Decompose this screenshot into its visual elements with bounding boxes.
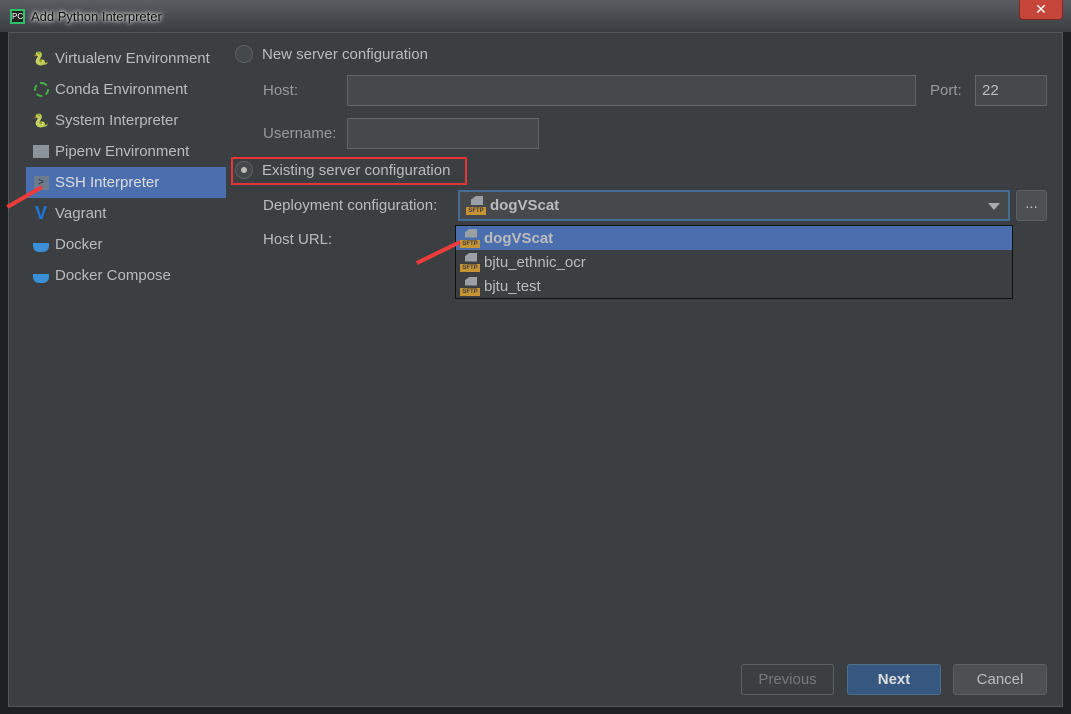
sidebar-item-system[interactable]: 🐍 System Interpreter: [26, 105, 226, 136]
next-button[interactable]: Next: [847, 664, 941, 695]
sftp-icon: SFTP: [460, 276, 480, 296]
dropdown-option[interactable]: SFTP dogVScat: [456, 226, 1012, 250]
close-button[interactable]: ✕: [1019, 0, 1063, 20]
sidebar-item-ssh[interactable]: > SSH Interpreter: [26, 167, 226, 198]
dropdown-option[interactable]: SFTP bjtu_ethnic_ocr: [456, 250, 1012, 274]
title-bar: PC Add Python Interpreter ✕: [0, 0, 1071, 32]
sftp-icon: SFTP: [466, 196, 486, 215]
username-input[interactable]: [347, 118, 539, 149]
annotation-highlight-box: [231, 157, 467, 185]
pycharm-icon: PC: [10, 9, 25, 24]
sidebar-item-label: Pipenv Environment: [55, 143, 190, 160]
sidebar-item-vagrant[interactable]: V Vagrant: [26, 198, 226, 229]
python-icon: 🐍: [32, 112, 50, 128]
sidebar-item-conda[interactable]: Conda Environment: [26, 74, 226, 105]
sidebar-item-pipenv[interactable]: Pipenv Environment: [26, 136, 226, 167]
previous-button[interactable]: Previous: [741, 664, 834, 695]
deployment-combo[interactable]: SFTP dogVScat: [458, 190, 1010, 221]
port-input[interactable]: 22: [975, 75, 1047, 106]
browse-button[interactable]: ...: [1016, 190, 1047, 221]
python-icon: 🐍: [32, 50, 50, 66]
sidebar-item-docker-compose[interactable]: Docker Compose: [26, 260, 226, 291]
sidebar-item-virtualenv[interactable]: 🐍 Virtualenv Environment: [26, 43, 226, 74]
sidebar-item-label: Docker Compose: [55, 267, 171, 284]
new-server-radio[interactable]: [235, 45, 253, 63]
deployment-dropdown: SFTP dogVScat SFTP bjtu_ethnic_ocr SFTP bjt…: [455, 225, 1013, 299]
dropdown-option[interactable]: SFTP bjtu_test: [456, 274, 1012, 298]
docker-icon: [32, 236, 50, 254]
dialog-body: 🐍 Virtualenv Environment Conda Environmen…: [8, 32, 1063, 707]
sftp-icon: SFTP: [460, 228, 480, 248]
host-label: Host:: [263, 82, 299, 99]
sidebar-item-label: Docker: [55, 236, 103, 253]
docker-icon: [32, 267, 50, 285]
new-server-label: New server configuration: [262, 46, 428, 63]
chevron-down-icon[interactable]: [988, 203, 1000, 210]
sidebar-item-label: SSH Interpreter: [55, 174, 160, 191]
sidebar-item-label: System Interpreter: [55, 112, 179, 129]
sidebar-item-label: Vagrant: [55, 205, 107, 222]
sftp-icon: SFTP: [460, 252, 480, 272]
cancel-button[interactable]: Cancel: [953, 664, 1047, 695]
sidebar-item-label: Virtualenv Environment: [55, 50, 210, 67]
host-url-label: Host URL:: [263, 231, 333, 248]
vagrant-icon: V: [34, 203, 47, 223]
deployment-label: Deployment configuration:: [263, 197, 438, 214]
window-title: Add Python Interpreter: [31, 9, 162, 24]
sidebar-item-label: Conda Environment: [55, 81, 188, 98]
pipenv-icon: [32, 143, 50, 161]
deployment-value: dogVScat: [490, 197, 560, 214]
host-input[interactable]: [347, 75, 916, 106]
username-label: Username:: [263, 125, 337, 142]
sidebar-item-docker[interactable]: Docker: [26, 229, 226, 260]
port-label: Port:: [930, 82, 962, 99]
conda-icon: [32, 81, 50, 99]
